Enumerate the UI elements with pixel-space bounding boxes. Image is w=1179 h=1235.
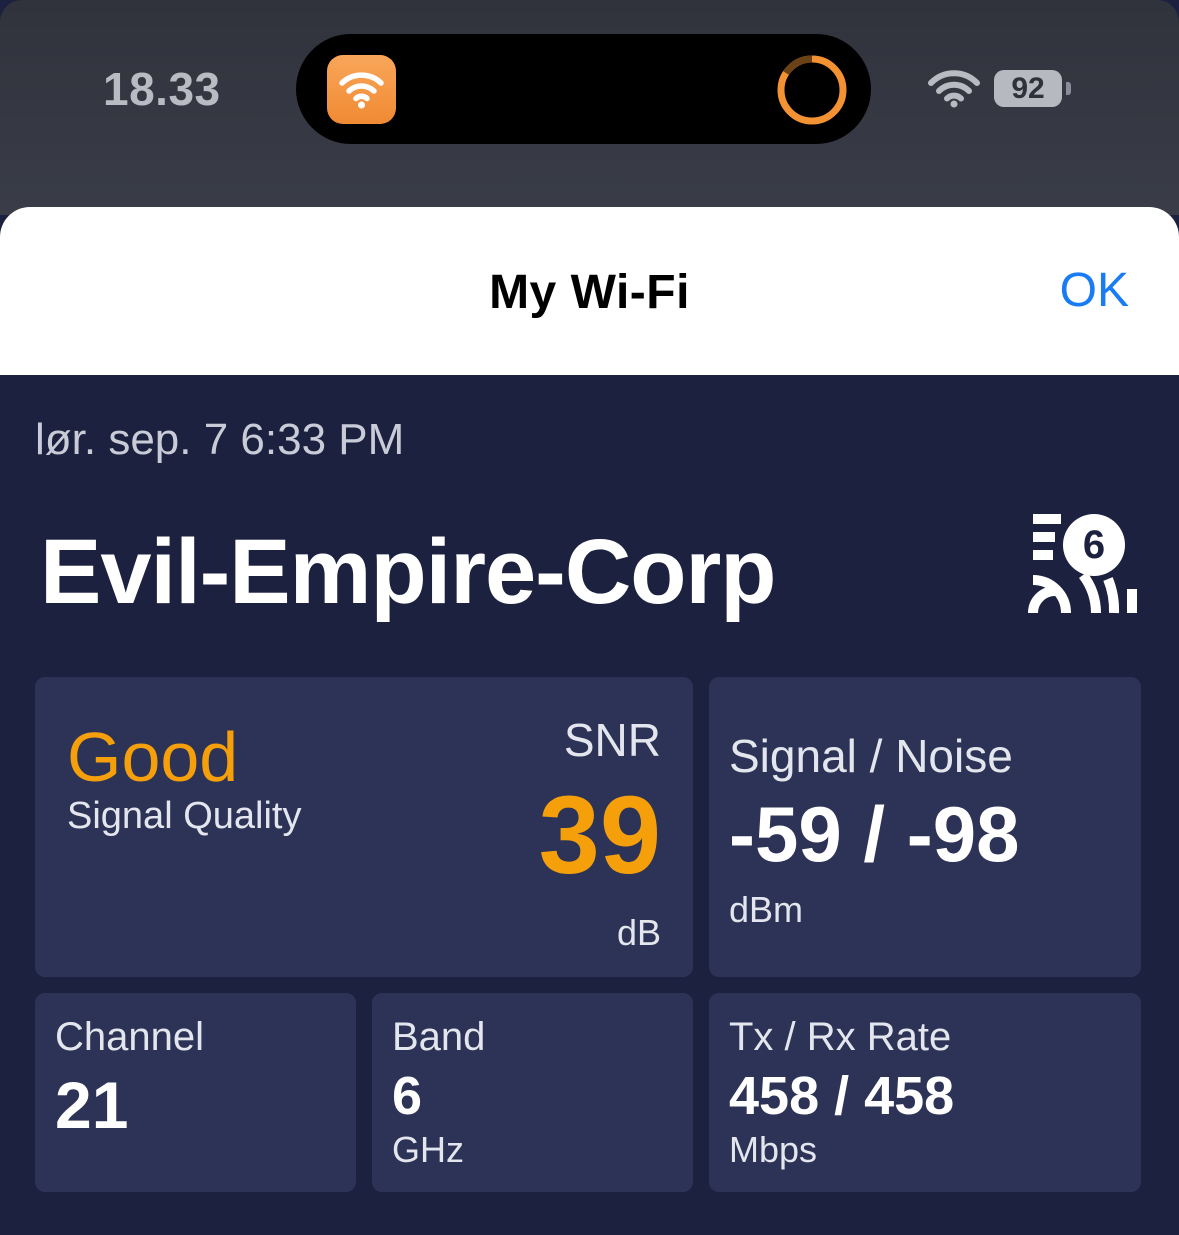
wifi-status-icon (928, 70, 980, 108)
timestamp: lør. sep. 7 6:33 PM (35, 415, 405, 464)
signal-quality-rating: Good (67, 718, 239, 796)
ok-button[interactable]: OK (1060, 263, 1129, 318)
sheet-header: My Wi-Fi OK (0, 207, 1179, 375)
signal-noise-label: Signal / Noise (729, 730, 1013, 782)
snr-unit: dB (616, 912, 661, 953)
snr-value: 39 (538, 774, 661, 897)
network-name: Evil-Empire-Corp (40, 521, 776, 623)
channel-label: Channel (55, 1015, 205, 1059)
band-value: 6 (392, 1066, 423, 1126)
status-time: 18.33 (103, 63, 221, 115)
channel-value: 21 (55, 1068, 129, 1142)
battery-level: 92 (994, 70, 1062, 107)
signal-quality-label: Signal Quality (67, 795, 302, 837)
wifi-app-icon[interactable] (327, 55, 396, 124)
band-card: Band 6 GHz (372, 993, 693, 1192)
signal-noise-card: Signal / Noise -59 / -98 dBm (709, 677, 1141, 977)
wifi-generation-label: 6 (1083, 523, 1105, 567)
status-bar: 18.33 92 (0, 0, 1179, 215)
dynamic-island[interactable] (296, 34, 871, 144)
tx-rx-rate-label: Tx / Rx Rate (729, 1015, 952, 1059)
tx-rx-rate-card: Tx / Rx Rate 458 / 458 Mbps (709, 993, 1141, 1192)
tx-rx-rate-unit: Mbps (729, 1129, 818, 1170)
snr-label: SNR (563, 714, 661, 766)
channel-card: Channel 21 (35, 993, 356, 1192)
sheet-title: My Wi-Fi (489, 266, 690, 319)
wifi-details: lør. sep. 7 6:33 PM Evil-Empire-Corp 6 G… (0, 375, 1179, 1235)
signal-noise-value: -59 / -98 (729, 790, 1020, 878)
battery-cap-icon (1066, 82, 1071, 95)
band-label: Band (392, 1015, 486, 1059)
tx-rx-rate-value: 458 / 458 (729, 1066, 955, 1126)
activity-spinner-icon (777, 55, 847, 125)
signal-quality-card: Good Signal Quality SNR 39 dB (35, 677, 693, 977)
wifi-6-icon: 6 (1028, 514, 1137, 614)
band-unit: GHz (392, 1129, 464, 1170)
signal-noise-unit: dBm (729, 889, 804, 930)
